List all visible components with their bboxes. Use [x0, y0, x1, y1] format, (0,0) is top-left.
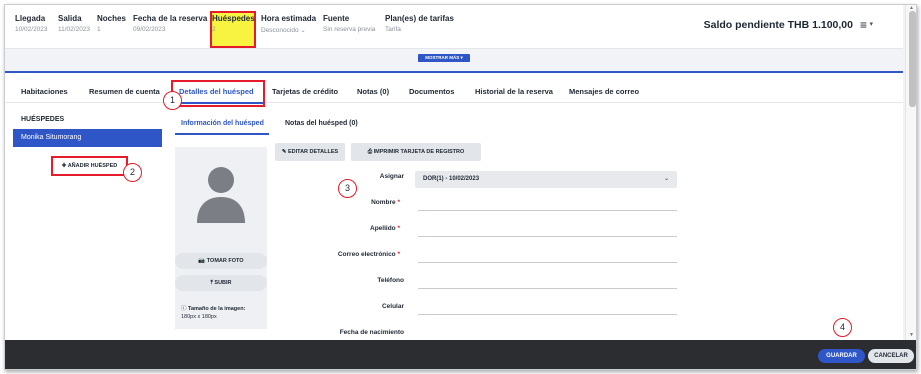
tab-account-summary[interactable]: Resumen de cuenta [89, 87, 160, 96]
callout-1: 1 [163, 91, 182, 110]
take-photo-label: TOMAR FOTO [206, 258, 244, 264]
tab-email-messages[interactable]: Mensajes de correo [569, 87, 639, 96]
scroll-down-icon[interactable]: ▼ [909, 332, 914, 338]
upload-label: SUBIR [214, 280, 232, 286]
info-guests: Huéspedes 2 [212, 14, 255, 33]
info-value: 09/02/2023 [133, 26, 166, 33]
reservation-card: Habitaciones Resumen de cuenta Detalles … [5, 71, 903, 343]
first-name-label: Nombre * [371, 199, 400, 206]
tab-reservation-history[interactable]: Historial de la reserva [475, 87, 553, 96]
first-name-input[interactable] [418, 210, 677, 211]
mobile-label: Celular [381, 303, 404, 310]
info-label: Fecha de la reserva [133, 14, 208, 23]
assign-select-value: DOR(1) - 10/02/2023 [423, 176, 480, 182]
tab-credit-cards[interactable]: Tarjetas de crédito [272, 87, 338, 96]
avatar-placeholder-icon [197, 167, 245, 223]
subtab-guest-info[interactable]: Información del huésped [181, 120, 264, 127]
tab-rooms[interactable]: Habitaciones [21, 87, 68, 96]
page-scrollbar[interactable]: ▲ ▼ [905, 5, 916, 340]
info-rate-plans: Plan(es) de tarifas Tarifa [385, 14, 454, 33]
footer-bar: GUARDAR CANCELAR [5, 340, 916, 369]
info-value: 11/02/2023 [58, 26, 91, 33]
required-mark: * [397, 225, 400, 232]
info-value: 1 [97, 26, 101, 33]
assign-label: Asignar [379, 173, 404, 180]
save-button[interactable]: GUARDAR [818, 349, 865, 363]
info-label: Llegada [15, 14, 46, 23]
mobile-input[interactable] [418, 314, 677, 315]
info-arrival: Llegada 10/02/2023 [15, 14, 48, 33]
last-name-input[interactable] [418, 236, 677, 237]
print-registration-label: IMPRIMIR TARJETA DE REGISTRO [373, 149, 465, 155]
app-window: Llegada 10/02/2023 Salida 11/02/2023 Noc… [4, 4, 917, 370]
print-registration-card-button[interactable]: ⎙ IMPRIMIR TARJETA DE REGISTRO [351, 143, 481, 161]
info-value: 2 [212, 26, 216, 33]
info-icon: ⓘ [181, 306, 189, 312]
guest-list-item[interactable]: Monika Situmorang [13, 129, 162, 147]
show-more-button[interactable]: MOSTRAR MÁS ▾ [418, 54, 470, 62]
email-input[interactable] [418, 262, 677, 263]
callout-2: 2 [123, 163, 142, 182]
info-label: Noches [97, 14, 126, 23]
tab-notes[interactable]: Notas (0) [357, 87, 389, 96]
take-photo-button[interactable]: 📷 TOMAR FOTO [175, 253, 267, 269]
phone-label: Teléfono [377, 277, 404, 284]
chevron-down-icon: ⌄ [663, 176, 669, 182]
camera-icon: 📷 [198, 258, 207, 264]
guests-title: HUÉSPEDES [21, 116, 65, 123]
last-name-text: Apellido [370, 225, 396, 232]
info-label: Hora estimada [261, 14, 317, 23]
main-tabs: Habitaciones Resumen de cuenta Detalles … [5, 73, 903, 103]
info-label: Fuente [323, 14, 350, 23]
guest-photo-panel: 📷 TOMAR FOTO ⤒ SUBIR ⓘ Tamaño de la imag… [175, 147, 267, 329]
first-name-text: Nombre [371, 199, 396, 206]
tab-documents[interactable]: Documentos [409, 87, 454, 96]
image-size-info: ⓘ Tamaño de la imagen: 180px x 180px [181, 305, 265, 321]
birth-date-label: Fecha de nacimiento [339, 329, 404, 336]
callout-3: 3 [338, 179, 357, 198]
required-mark: * [397, 199, 400, 206]
chevron-down-icon[interactable]: ▾ [869, 20, 873, 28]
hamburger-menu-icon[interactable]: ≡ [860, 18, 867, 32]
info-estimated-time[interactable]: Hora estimada Desconocido ⌄ [261, 14, 316, 34]
estimated-time-dropdown[interactable]: Desconocido ⌄ [261, 26, 316, 34]
add-guest-button[interactable]: ✚ AÑADIR HUÉSPED [51, 156, 128, 176]
info-nights: Noches 1 [97, 14, 126, 33]
add-guest-label: AÑADIR HUÉSPED [67, 163, 118, 169]
info-label: Plan(es) de tarifas [385, 14, 454, 23]
required-mark: * [397, 251, 400, 258]
last-name-label: Apellido * [370, 225, 400, 232]
info-booking-date: Fecha de la reserva 09/02/2023 [133, 14, 207, 33]
active-subtab-indicator [175, 133, 269, 135]
upload-button[interactable]: ⤒ SUBIR [175, 275, 267, 291]
info-label: Huéspedes [212, 14, 255, 23]
info-value: Tarifa [385, 26, 401, 33]
reservation-info-bar: Llegada 10/02/2023 Salida 11/02/2023 Noc… [5, 5, 903, 49]
assign-select[interactable]: DOR(1) - 10/02/2023 ⌄ [415, 171, 677, 188]
image-size-title: Tamaño de la imagen: [188, 306, 246, 312]
info-source: Fuente Sin reserva previa [323, 14, 375, 33]
info-value: Sin reserva previa [323, 26, 376, 33]
pending-balance: Saldo pendiente THB 1.100,00 [703, 19, 853, 31]
email-text: Correo electrónico [337, 251, 396, 258]
phone-input[interactable] [418, 288, 677, 289]
email-label: Correo electrónico * [338, 251, 400, 258]
callout-4: 4 [833, 318, 852, 337]
image-size-value: 180px x 180px [181, 314, 217, 320]
info-label: Salida [58, 14, 82, 23]
scroll-thumb[interactable] [909, 11, 916, 107]
edit-details-button[interactable]: ✎ EDITAR DETALLES [275, 143, 345, 161]
info-value: 10/02/2023 [15, 26, 48, 33]
info-departure: Salida 11/02/2023 [58, 14, 90, 33]
edit-details-label: EDITAR DETALLES [287, 149, 339, 155]
cancel-button[interactable]: CANCELAR [868, 349, 914, 363]
subtab-guest-notes[interactable]: Notas del huésped (0) [285, 120, 358, 127]
guest-details-highlight-box [171, 80, 265, 107]
